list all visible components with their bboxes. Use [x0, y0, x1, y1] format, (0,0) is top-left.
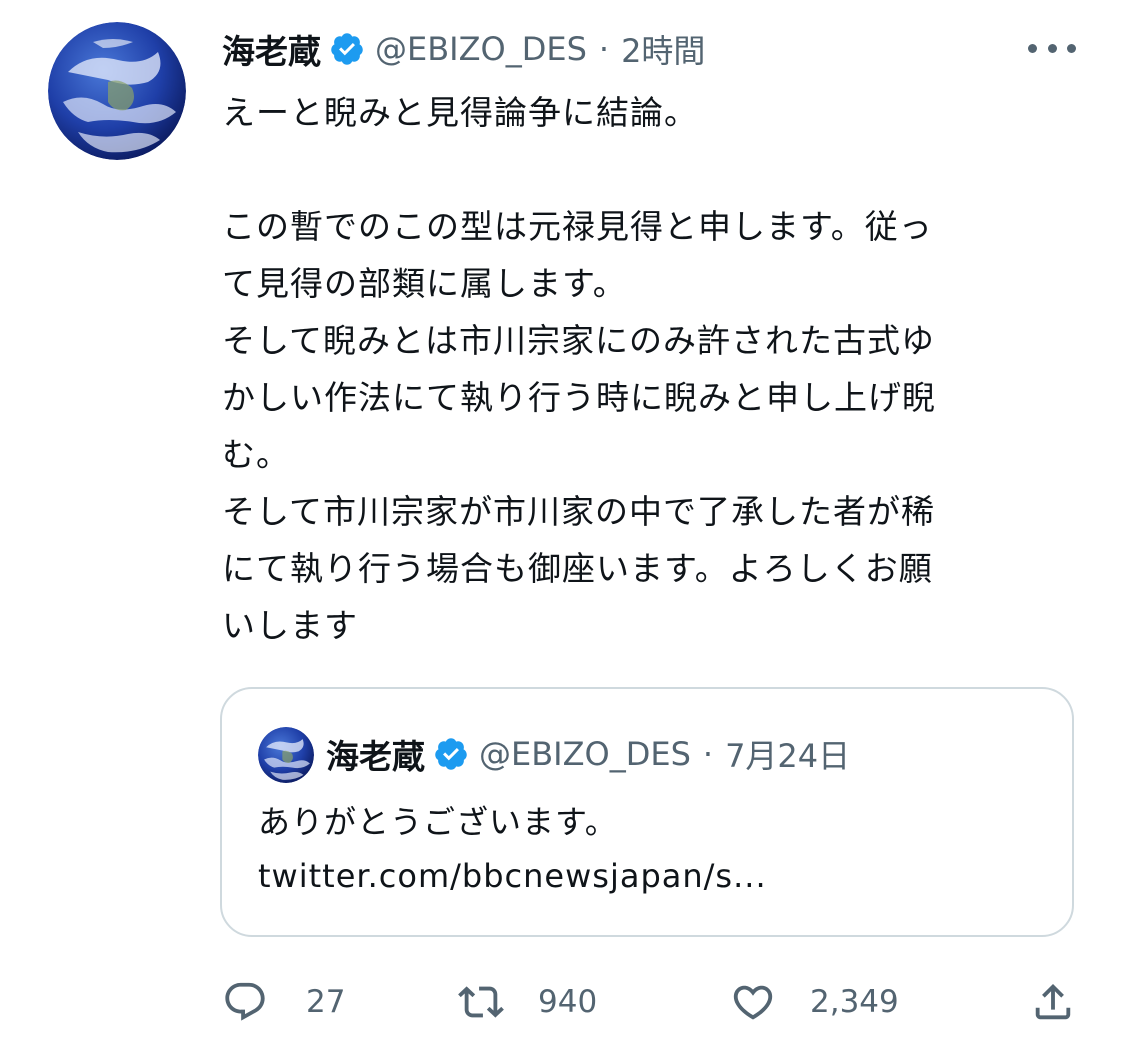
verified-badge-icon	[433, 736, 469, 772]
like-icon	[733, 985, 773, 1020]
quoted-tweet-date: 7月24日	[725, 737, 851, 775]
tweet-text: えーと睨みと見得論争に結論。 この暫でのこの型は元禄見得と申します。従っ て見得…	[222, 84, 1062, 654]
quoted-tweet-card[interactable]: 海老蔵 @EBIZO_DES · 7月24日 ありがとうございます。 twitt…	[220, 687, 1074, 937]
tweet-line: そして睨みとは市川宗家にのみ許された古式ゆ	[222, 321, 936, 360]
quoted-author-handle: @EBIZO_DES	[479, 735, 691, 773]
quoted-tweet-body: ありがとうございます。	[258, 803, 618, 841]
author-name[interactable]: 海老蔵	[222, 25, 321, 73]
tweet-timestamp[interactable]: 2時間	[621, 26, 705, 72]
reply-button[interactable]: 27	[222, 970, 345, 1034]
tweet-line: にて執り行う場合も御座います。よろしくお願	[222, 549, 933, 588]
share-icon	[1035, 983, 1071, 1020]
quoted-tweet-link[interactable]: twitter.com/bbcnewsjapan/s...	[258, 849, 767, 903]
retweet-icon	[458, 986, 504, 1018]
quoted-tweet-text: ありがとうございます。 twitter.com/bbcnewsjapan/s..…	[258, 795, 767, 903]
reply-icon	[225, 982, 265, 1021]
earth-globe-image	[258, 727, 314, 783]
like-button[interactable]: 2,349	[730, 970, 899, 1034]
tweet-line-blank	[222, 141, 1062, 198]
quoted-tweet-header: 海老蔵 @EBIZO_DES · 7月24日	[326, 729, 850, 779]
tweet-line: かしい作法にて執り行う時に睨みと申し上げ睨	[222, 378, 936, 417]
retweet-button[interactable]: 940	[458, 970, 597, 1034]
tweet-line: て見得の部類に属します。	[222, 264, 627, 303]
quoted-author-name: 海老蔵	[326, 737, 425, 776]
author-avatar[interactable]	[48, 22, 186, 160]
tweet-line: この暫でのこの型は元禄見得と申します。従っ	[222, 207, 933, 246]
tweet-line: む。	[222, 435, 290, 474]
like-count: 2,349	[810, 984, 899, 1020]
author-handle[interactable]: @EBIZO_DES	[375, 30, 587, 68]
verified-badge-icon	[329, 31, 365, 67]
retweet-count: 940	[538, 984, 598, 1020]
share-button[interactable]	[1030, 970, 1076, 1034]
tweet-line: いします	[222, 606, 358, 645]
quoted-author-avatar	[258, 727, 314, 783]
separator-dot: ·	[702, 735, 714, 773]
tweet-header: 海老蔵 @EBIZO_DES · 2時間	[222, 24, 705, 74]
tweet-line: そして市川宗家が市川家の中で了承した者が稀	[222, 492, 936, 531]
separator-dot: ·	[598, 30, 610, 68]
reply-count: 27	[306, 984, 346, 1020]
tweet-action-bar: 27 940 2,349	[220, 970, 1080, 1034]
more-horizontal-icon[interactable]	[1028, 30, 1076, 66]
tweet-line: えーと睨みと見得論争に結論。	[222, 93, 698, 132]
earth-globe-image	[48, 22, 186, 160]
